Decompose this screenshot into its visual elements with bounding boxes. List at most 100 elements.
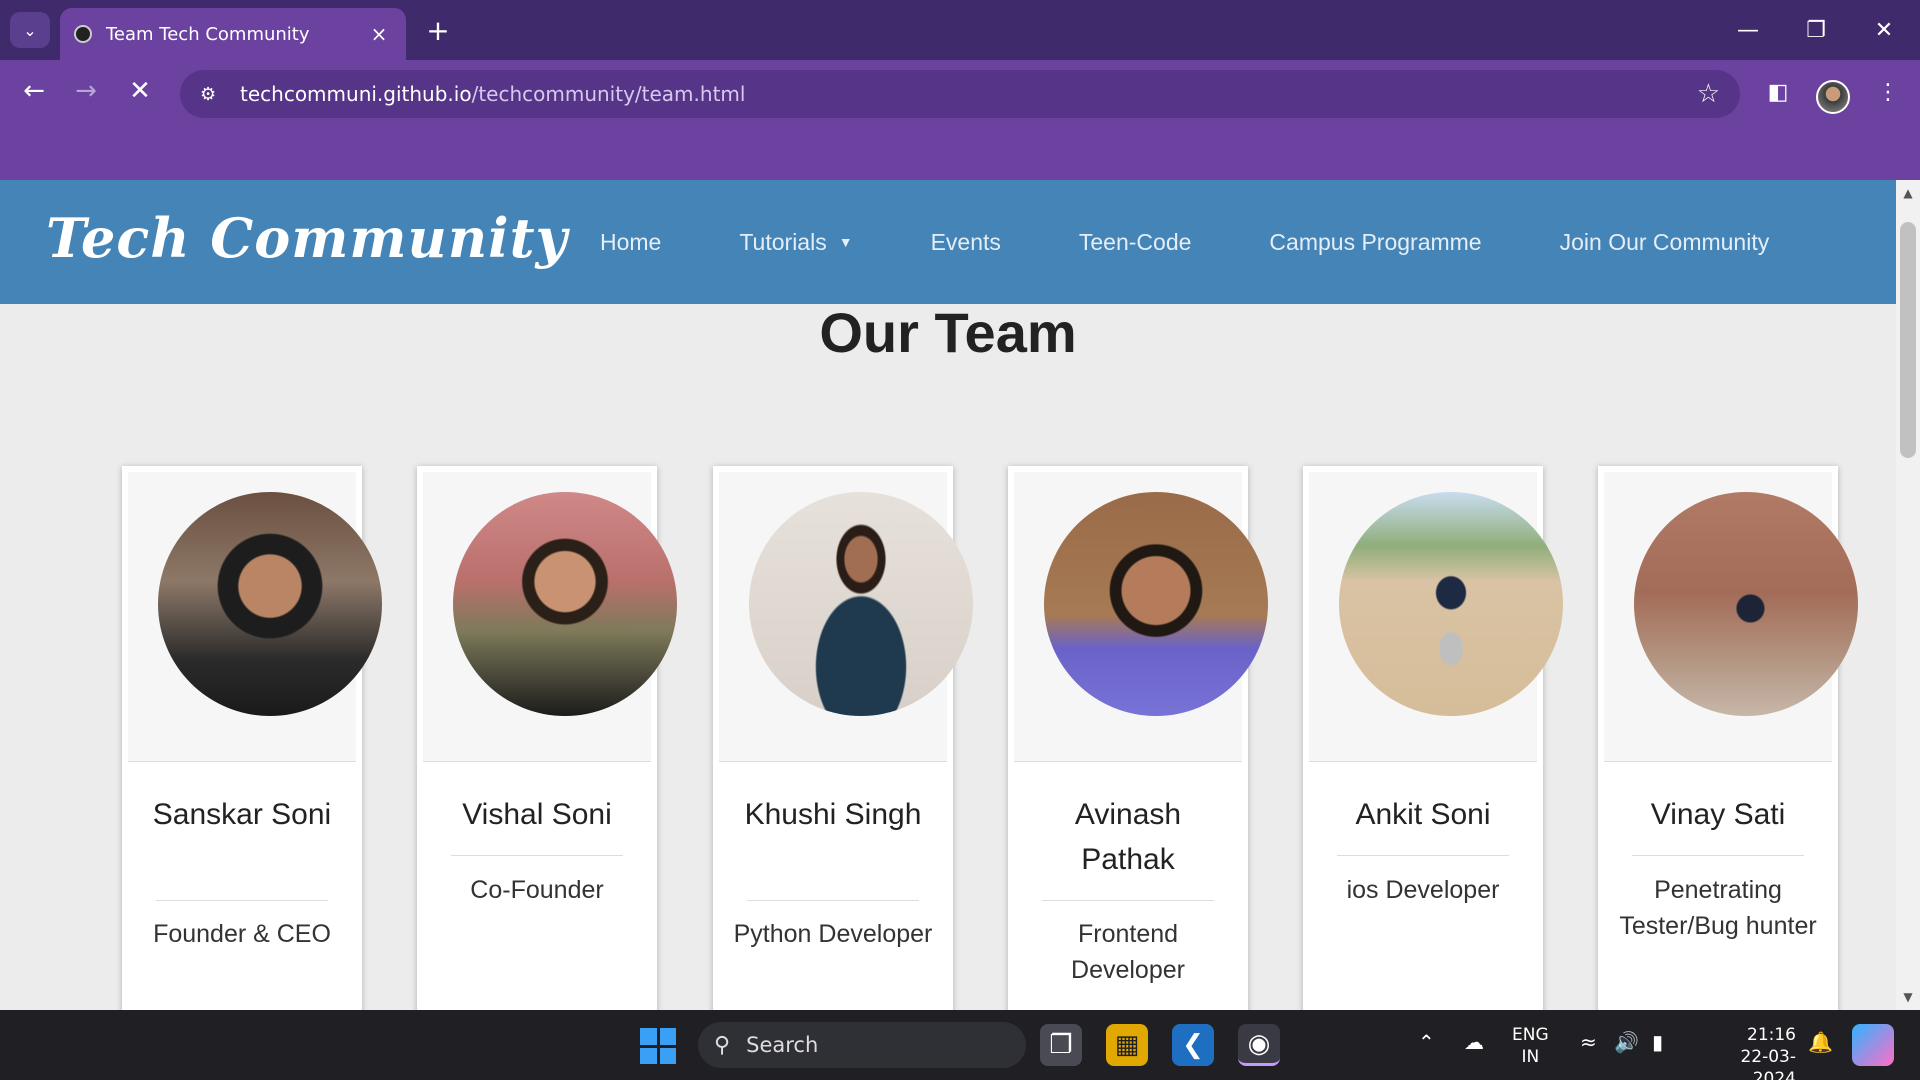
minimize-button[interactable]: — <box>1718 10 1778 50</box>
more-menu-icon[interactable]: ⋮ <box>1868 74 1908 110</box>
task-view-icon[interactable]: ❐ <box>1040 1024 1082 1066</box>
photo-area <box>423 472 677 762</box>
divider <box>1337 855 1509 856</box>
member-name: Khushi Singh <box>744 798 922 831</box>
page-scrollbar[interactable]: ▲ ▼ <box>1896 180 1920 1010</box>
nav-links: Home Tutorials ▼ Events Teen-Code Campus… <box>600 180 1847 304</box>
page-title: Our Team <box>819 301 1077 364</box>
tab-search-button[interactable]: ⌄ <box>10 12 50 48</box>
member-photo <box>1634 492 1858 716</box>
chrome-icon[interactable]: ◉ <box>1238 1024 1280 1066</box>
chevron-down-icon: ⌄ <box>23 20 37 40</box>
team-card: Khushi Singh Python Developer <box>713 466 973 1026</box>
member-name: Vinay Sati <box>1650 798 1786 831</box>
team-card: Vishal Soni Co-Founder <box>417 466 677 1026</box>
time: 21:16 <box>1747 1025 1796 1045</box>
nav-home[interactable]: Home <box>600 229 661 256</box>
close-tab-icon[interactable]: × <box>366 22 392 46</box>
divider <box>1042 900 1214 901</box>
copilot-icon[interactable] <box>1852 1024 1894 1066</box>
notification-bell-icon[interactable]: 🔔 <box>1808 1030 1833 1054</box>
bookmark-star-icon[interactable]: ☆ <box>1697 79 1720 109</box>
nav-teen-code[interactable]: Teen-Code <box>1079 229 1192 256</box>
nav-campus-programme[interactable]: Campus Programme <box>1269 229 1481 256</box>
back-button[interactable]: ← <box>12 70 56 112</box>
brand-logo[interactable]: Tech Community <box>46 206 568 270</box>
clock[interactable]: 21:16 22-03-2024 <box>1700 1024 1796 1080</box>
arrow-left-icon: ← <box>23 76 45 106</box>
scroll-up-icon[interactable]: ▲ <box>1896 182 1920 204</box>
url-host: techcommuni.github.io <box>240 82 472 106</box>
language-indicator[interactable]: ENG IN <box>1512 1024 1549 1068</box>
vscode-icon[interactable]: ❮ <box>1172 1024 1214 1066</box>
arrow-right-icon: → <box>75 76 97 106</box>
member-name: Vishal Soni <box>462 798 612 831</box>
lang-region: IN <box>1521 1047 1540 1067</box>
nav-join-community[interactable]: Join Our Community <box>1560 229 1770 256</box>
member-photo <box>749 492 973 716</box>
member-name: Avinash Pathak <box>1074 798 1182 876</box>
member-role: Penetrating Tester/Bug hunter <box>1619 876 1817 940</box>
browser-tab[interactable]: Team Tech Community × <box>60 8 406 60</box>
profile-avatar[interactable] <box>1816 80 1850 114</box>
nav-events[interactable]: Events <box>931 229 1001 256</box>
show-hidden-icons[interactable]: ⌃ <box>1418 1030 1435 1054</box>
search-icon: ⚲ <box>714 1032 731 1058</box>
member-role: Founder & CEO <box>153 920 331 948</box>
toolbar-spacer <box>0 122 1920 180</box>
scroll-thumb[interactable] <box>1900 222 1916 458</box>
volume-icon[interactable]: 🔊 <box>1614 1030 1639 1054</box>
lang-code: ENG <box>1512 1025 1549 1045</box>
stop-loading-button[interactable]: ✕ <box>118 70 162 112</box>
caret-down-icon: ▼ <box>838 234 853 250</box>
photo-area <box>128 472 382 762</box>
team-card: Avinash Pathak Frontend Developer <box>1008 466 1268 1026</box>
member-photo <box>1339 492 1563 716</box>
close-icon: ✕ <box>129 76 151 106</box>
team-card: Sanskar Soni Founder & CEO <box>122 466 382 1026</box>
nav-tutorials[interactable]: Tutorials ▼ <box>739 229 852 256</box>
team-card: Ankit Soni ios Developer <box>1303 466 1563 1026</box>
forward-button[interactable]: → <box>64 70 108 112</box>
member-photo <box>158 492 382 716</box>
divider <box>1632 855 1804 856</box>
member-name: Ankit Soni <box>1355 798 1491 831</box>
divider <box>747 900 919 901</box>
taskbar: ⚲ Search ❐ ▦ ❮ ◉ ⌃ ☁ ENG IN ≈ 🔊 ▮ 21:16 … <box>0 1010 1920 1080</box>
photo-area <box>1014 472 1268 762</box>
windows-start-icon[interactable] <box>640 1028 676 1064</box>
taskbar-search[interactable]: ⚲ Search <box>698 1022 1026 1068</box>
photo-area <box>719 472 973 762</box>
file-explorer-icon[interactable]: ▦ <box>1106 1024 1148 1066</box>
team-cards: Sanskar Soni Founder & CEO Vishal Soni C… <box>0 466 1896 1026</box>
address-bar[interactable]: ⚙ techcommuni.github.io /techcommunity/t… <box>180 70 1740 118</box>
site-favicon-icon <box>74 25 92 43</box>
taskbar-search-label: Search <box>746 1033 819 1057</box>
browser-tabstrip: ⌄ Team Tech Community × + — ❐ ✕ <box>0 0 1920 60</box>
restore-button[interactable]: ❐ <box>1786 10 1846 50</box>
site-navbar: Tech Community Home Tutorials ▼ Events T… <box>0 180 1896 304</box>
side-panel-icon[interactable]: ◧ <box>1758 74 1798 110</box>
onedrive-icon[interactable]: ☁ <box>1464 1030 1484 1054</box>
member-photo <box>453 492 677 716</box>
tab-title: Team Tech Community <box>106 23 310 45</box>
nav-tutorials-label: Tutorials <box>739 228 827 255</box>
date: 22-03-2024 <box>1740 1047 1796 1080</box>
member-photo <box>1044 492 1268 716</box>
divider <box>156 900 328 901</box>
photo-area <box>1309 472 1563 762</box>
scroll-down-icon[interactable]: ▼ <box>1896 986 1920 1008</box>
wifi-icon[interactable]: ≈ <box>1580 1030 1597 1054</box>
member-role: Frontend Developer <box>1071 920 1185 984</box>
browser-toolbar: ← → ✕ ⚙ techcommuni.github.io /techcommu… <box>0 60 1920 122</box>
close-window-button[interactable]: ✕ <box>1854 10 1914 50</box>
member-role: Co-Founder <box>470 876 604 904</box>
team-card: Vinay Sati Penetrating Tester/Bug hunter <box>1598 466 1858 1026</box>
member-role: ios Developer <box>1346 876 1500 904</box>
photo-area <box>1604 472 1858 762</box>
site-info-icon[interactable]: ⚙ <box>200 84 240 105</box>
new-tab-button[interactable]: + <box>420 14 456 47</box>
battery-icon[interactable]: ▮ <box>1652 1030 1663 1054</box>
url-path: /techcommunity/team.html <box>471 82 746 106</box>
member-role: Python Developer <box>733 920 933 948</box>
